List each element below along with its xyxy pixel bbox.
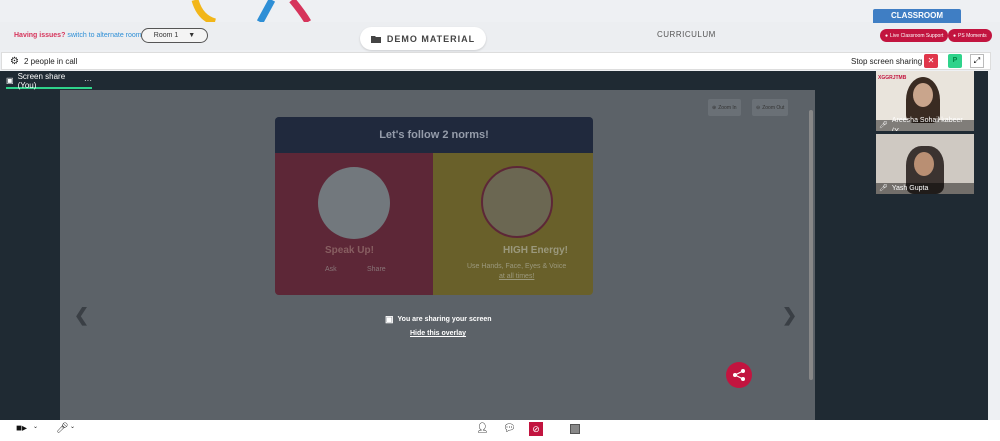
mic-icon: 🎤︎ xyxy=(879,122,888,129)
expand-icon[interactable]: ⤢ xyxy=(970,54,984,68)
whiteboard-icon[interactable] xyxy=(570,424,580,434)
room-select[interactable]: Room 1 ▼ xyxy=(141,28,208,43)
issues-notice: Having issues? switch to alternate room xyxy=(14,32,142,39)
ps-moments-button[interactable]: ● PS Moments xyxy=(948,29,992,42)
stop-sharing-label: Stop screen sharing xyxy=(851,57,923,66)
info-icon: ● xyxy=(885,32,889,39)
room-select-value: Room 1 xyxy=(153,32,179,39)
chevron-down-icon[interactable]: ⌄ xyxy=(70,423,75,430)
decorative-arcs xyxy=(191,0,312,22)
chevron-down-icon[interactable]: ⌄ xyxy=(33,423,38,430)
bottom-toolbar: ■▸ ⌄ 🎤︎ ⌄ 👤︎ 💬︎ ⊘ xyxy=(0,420,1000,441)
call-stage: ▣ Screen share (You) ··· ⊕ Zoom In ⊖ Zoo… xyxy=(0,71,988,420)
prev-slide-button[interactable]: ❮ xyxy=(74,305,89,326)
folder-icon xyxy=(370,35,381,43)
stop-sharing-button[interactable]: ✕ xyxy=(924,54,938,68)
scrollbar[interactable] xyxy=(809,110,813,380)
hide-overlay-link[interactable]: Hide this overlay xyxy=(410,330,466,337)
sharing-message: ▣ You are sharing your screen xyxy=(385,314,492,324)
slide-dim-overlay xyxy=(275,117,593,295)
presenter-button[interactable]: P xyxy=(948,54,962,68)
issues-question: Having issues? xyxy=(14,32,66,39)
participant-tile[interactable]: XGGRJTMB 🎤︎ Areesha Sohail kabeer (Y... xyxy=(876,71,974,131)
alternate-room-link[interactable]: switch to alternate room xyxy=(67,32,141,39)
zoom-in-button[interactable]: ⊕ Zoom In xyxy=(708,99,741,116)
shared-screen: ⊕ Zoom In ⊖ Zoom Out Let's follow 2 norm… xyxy=(60,90,815,420)
people-count[interactable]: ⚙ 2 people in call xyxy=(10,56,77,67)
call-bar: ⚙ 2 people in call Stop screen sharing ✕… xyxy=(1,52,991,70)
camera-icon[interactable]: ■▸ xyxy=(16,423,27,434)
zoom-in-icon: ⊕ xyxy=(712,104,717,111)
classroom-tab[interactable]: CLASSROOM xyxy=(873,9,961,23)
zoom-out-button[interactable]: ⊖ Zoom Out xyxy=(752,99,789,116)
gear-icon[interactable]: ⚙ xyxy=(10,56,19,67)
live-support-button[interactable]: ● Live Classroom Support xyxy=(880,29,949,42)
participant-name: 🎤︎ Yash Gupta xyxy=(876,183,974,194)
screen-icon: ▣ xyxy=(6,76,14,85)
star-icon: ● xyxy=(953,32,957,39)
screen-share-tab[interactable]: ▣ Screen share (You) ··· xyxy=(6,72,92,90)
avatar-face xyxy=(913,83,933,107)
mic-icon: 🎤︎ xyxy=(879,185,888,192)
slide-card: Let's follow 2 norms! Speak Up! Ask Shar… xyxy=(275,117,593,295)
share-button[interactable] xyxy=(726,362,752,388)
top-bar: Having issues? switch to alternate room … xyxy=(0,9,1000,50)
zoom-out-icon: ⊖ xyxy=(756,104,761,111)
stop-share-icon[interactable]: ⊘ xyxy=(529,422,543,436)
next-slide-button[interactable]: ❯ xyxy=(782,305,797,326)
demo-material-label: DEMO MATERIAL xyxy=(386,33,476,44)
caret-down-icon: ▼ xyxy=(188,32,196,39)
curriculum-tab[interactable]: CURRICULUM xyxy=(657,30,716,39)
participants-icon[interactable]: 👤︎ xyxy=(476,423,489,434)
demo-material-button[interactable]: DEMO MATERIAL xyxy=(360,27,486,50)
participant-name: 🎤︎ Areesha Sohail kabeer (Y... xyxy=(876,117,974,131)
screen-share-icon: ▣ xyxy=(385,314,394,324)
participant-id-text: XGGRJTMB xyxy=(878,75,907,81)
more-icon[interactable]: ··· xyxy=(84,76,92,85)
participant-tile[interactable]: 🎤︎ Yash Gupta xyxy=(876,134,974,194)
share-icon xyxy=(733,369,745,381)
avatar-face xyxy=(914,152,934,176)
microphone-icon[interactable]: 🎤︎ xyxy=(56,423,69,434)
chat-icon[interactable]: 💬︎ xyxy=(503,423,516,434)
